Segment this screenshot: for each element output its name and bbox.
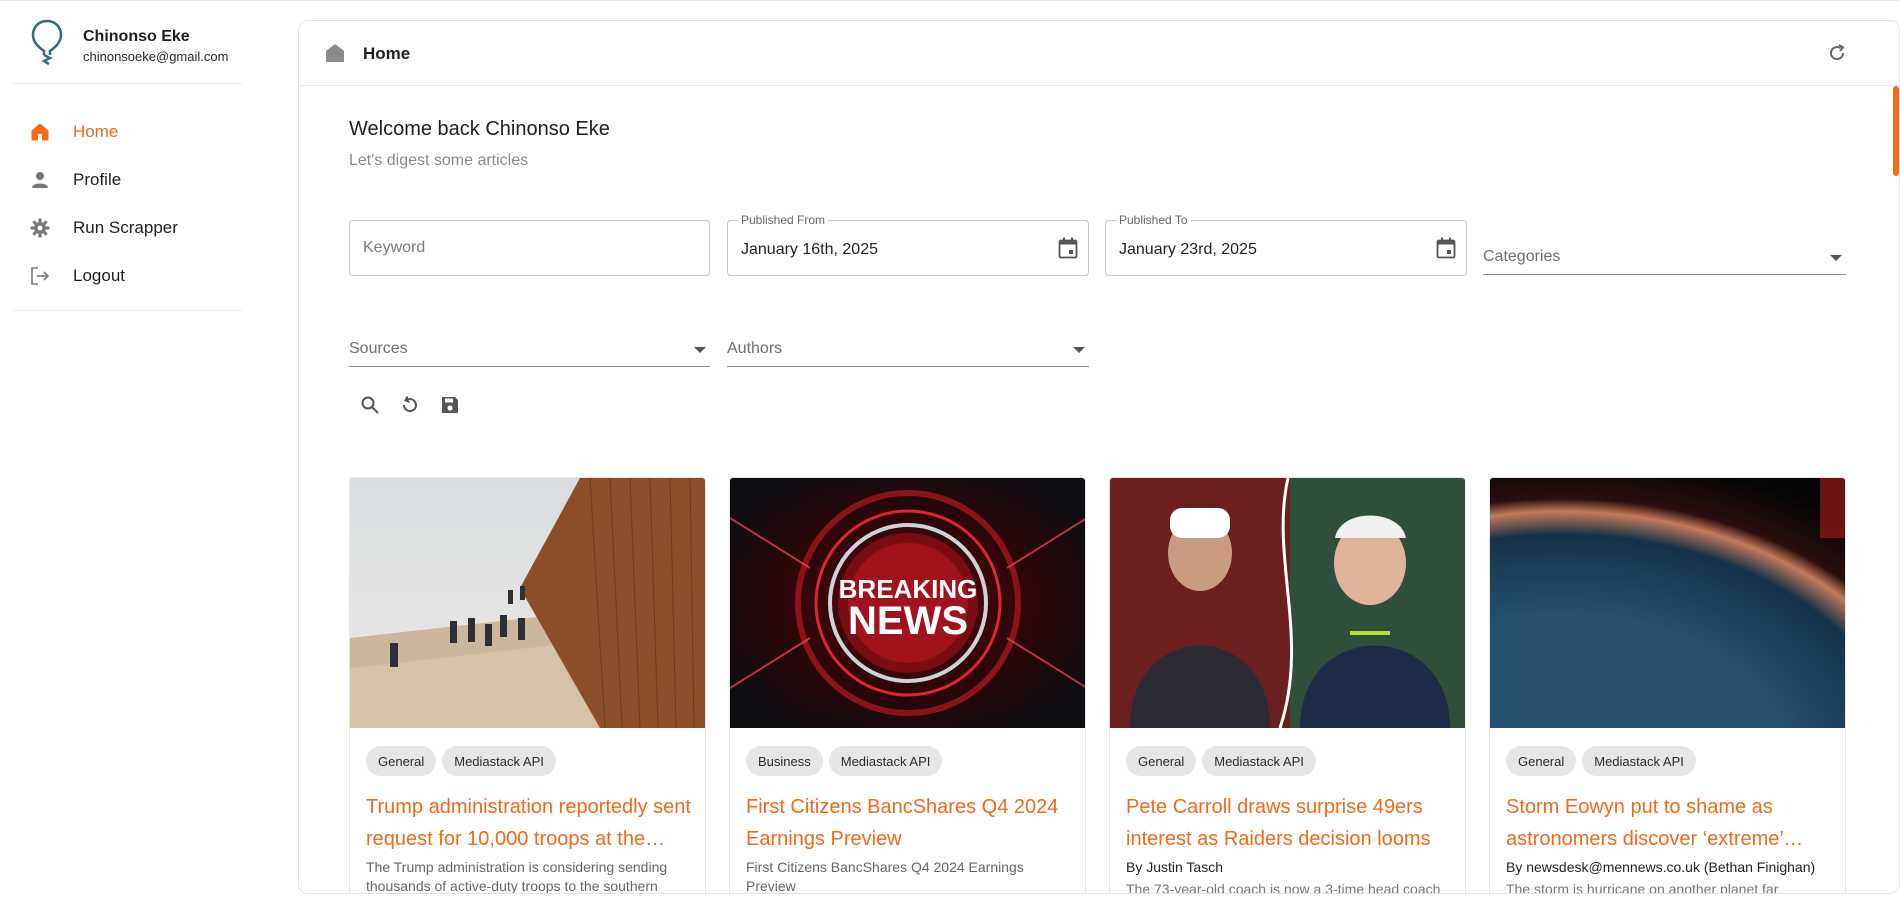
chevron-down-icon xyxy=(694,347,706,353)
article-card[interactable]: General Mediastack API Storm Eowyn put t… xyxy=(1489,477,1846,894)
published-to-field[interactable]: Published To January 23rd, 2025 xyxy=(1105,213,1467,276)
chevron-down-icon xyxy=(1073,347,1085,353)
article-card[interactable]: General Mediastack API Trump administrat… xyxy=(349,477,706,894)
calendar-icon[interactable] xyxy=(1058,237,1078,264)
source-chip[interactable]: Mediastack API xyxy=(1582,746,1696,776)
categories-label: Categories xyxy=(1483,248,1561,265)
published-from-label: Published From xyxy=(738,213,829,227)
sidebar: Chinonso Eke chinonsoeke@gmail.com Home … xyxy=(0,0,290,903)
categories-select[interactable]: Categories xyxy=(1483,239,1846,275)
category-chip[interactable]: General xyxy=(366,746,437,776)
article-card[interactable]: General Mediastack API Pete Carroll draw… xyxy=(1109,477,1466,894)
sidebar-item-label: Logout xyxy=(73,266,125,285)
news-text: NEWS xyxy=(848,599,968,643)
article-image xyxy=(1490,478,1845,728)
authors-select[interactable]: Authors xyxy=(727,331,1089,367)
logo-icon xyxy=(31,19,63,66)
article-description: The storm is hurricane on another planet… xyxy=(1506,881,1779,894)
source-chip[interactable]: Mediastack API xyxy=(442,746,556,776)
gear-icon xyxy=(30,218,50,238)
article-title[interactable]: First Citizens BancShares Q4 2024 Earnin… xyxy=(746,791,1071,855)
published-to-value: January 23rd, 2025 xyxy=(1119,241,1257,258)
chevron-down-icon xyxy=(1830,255,1842,261)
sidebar-nav: Home Profile Run Scrapper Logout xyxy=(10,108,242,311)
tag-list: Business Mediastack API xyxy=(746,746,943,776)
user-name: Chinonso Eke xyxy=(83,28,190,45)
refresh-icon[interactable] xyxy=(1827,43,1847,68)
published-to-label: Published To xyxy=(1116,213,1191,227)
article-title[interactable]: Pete Carroll draws surprise 49ers intere… xyxy=(1126,791,1451,855)
main-panel: Home Welcome back Chinonso Eke Let's dig… xyxy=(298,20,1900,894)
article-description: The Trump administration is considering … xyxy=(366,859,668,894)
article-byline: By newsdesk@mennews.co.uk (Bethan Finigh… xyxy=(1506,859,1816,875)
article-byline: By Justin Tasch xyxy=(1126,859,1224,875)
source-chip[interactable]: Mediastack API xyxy=(1202,746,1316,776)
sidebar-item-label: Home xyxy=(73,122,119,141)
home-icon xyxy=(30,122,50,142)
person-icon xyxy=(30,170,50,190)
keyword-field[interactable] xyxy=(349,220,710,276)
tag-list: General Mediastack API xyxy=(366,746,556,776)
logout-icon xyxy=(30,266,50,286)
sidebar-item-logout[interactable]: Logout xyxy=(10,252,242,300)
article-card[interactable]: BREAKING NEWS Business Mediastack API Fi… xyxy=(729,477,1086,894)
authors-label: Authors xyxy=(727,340,783,357)
sidebar-item-run-scrapper[interactable]: Run Scrapper xyxy=(10,204,242,252)
calendar-icon[interactable] xyxy=(1436,237,1456,264)
category-chip[interactable]: General xyxy=(1506,746,1577,776)
search-icon[interactable] xyxy=(356,391,384,419)
reset-icon[interactable] xyxy=(396,391,424,419)
keyword-input[interactable] xyxy=(350,221,709,275)
published-from-field[interactable]: Published From January 16th, 2025 xyxy=(727,213,1089,276)
user-email: chinonsoeke@gmail.com xyxy=(83,49,229,64)
sources-label: Sources xyxy=(349,340,408,357)
published-from-value: January 16th, 2025 xyxy=(741,241,878,258)
article-image: BREAKING NEWS xyxy=(730,478,1085,728)
scrollbar[interactable] xyxy=(1893,86,1899,176)
article-title[interactable]: Storm Eowyn put to shame as astronomers … xyxy=(1506,791,1831,855)
sidebar-item-label: Profile xyxy=(73,170,122,189)
page-title: Home xyxy=(363,44,411,63)
sidebar-item-home[interactable]: Home xyxy=(10,108,242,156)
sources-select[interactable]: Sources xyxy=(349,331,710,367)
user-profile: Chinonso Eke chinonsoeke@gmail.com xyxy=(10,18,242,84)
article-title[interactable]: Trump administration reportedly sent req… xyxy=(366,791,691,855)
tag-list: General Mediastack API xyxy=(1126,746,1316,776)
article-description: The 73-year-old coach is now a 3-time he… xyxy=(1126,881,1441,894)
home-header-icon xyxy=(324,42,346,69)
article-image xyxy=(1110,478,1465,728)
welcome-subtitle: Let's digest some articles xyxy=(349,152,529,169)
source-chip[interactable]: Mediastack API xyxy=(828,746,943,776)
sidebar-item-label: Run Scrapper xyxy=(73,218,178,237)
category-chip[interactable]: General xyxy=(1126,746,1197,776)
welcome-title: Welcome back Chinonso Eke xyxy=(349,118,610,140)
save-icon[interactable] xyxy=(436,391,464,419)
sidebar-item-profile[interactable]: Profile xyxy=(10,156,242,204)
category-chip[interactable]: Business xyxy=(746,746,823,776)
article-image xyxy=(350,478,705,728)
tag-list: General Mediastack API xyxy=(1506,746,1696,776)
main-header: Home xyxy=(299,21,1899,86)
article-description: First Citizens BancShares Q4 2024 Earnin… xyxy=(746,859,1024,894)
